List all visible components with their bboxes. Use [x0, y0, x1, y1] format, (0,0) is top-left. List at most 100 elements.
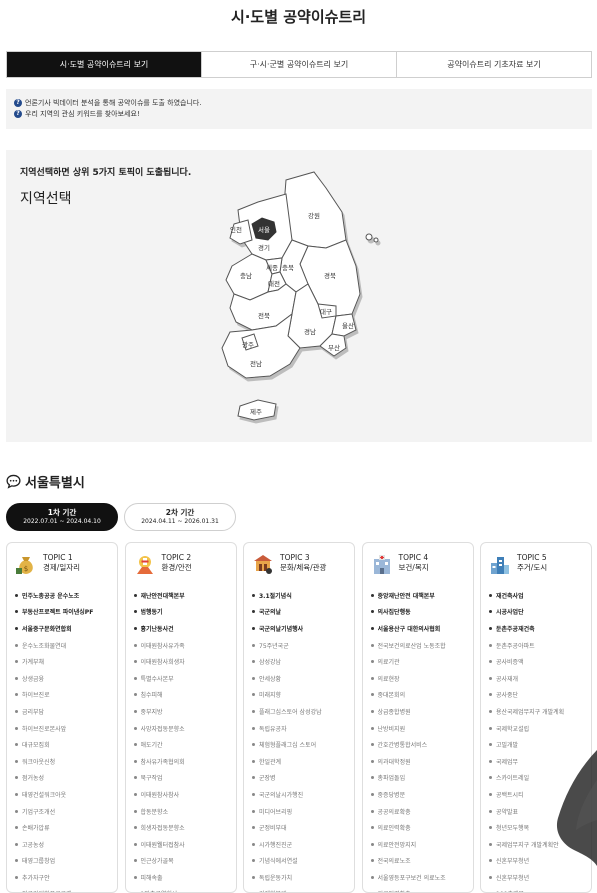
keyword-item[interactable]: 난방비지원: [370, 720, 465, 737]
keyword-item[interactable]: 국제학교설립: [489, 720, 583, 737]
keyword-item[interactable]: 점거농성: [15, 770, 109, 787]
tab-province-tree[interactable]: 시·도별 공약이슈트리 보기: [7, 52, 201, 77]
keyword-item[interactable]: 특별수사본부: [133, 670, 228, 687]
keyword-item[interactable]: 서울중구문화연합회: [15, 620, 109, 637]
period-1-button[interactable]: 1차 기간 2022.07.01 ~ 2024.04.10: [6, 503, 118, 531]
keyword-item[interactable]: 하이브진로: [15, 687, 109, 704]
keyword-item[interactable]: 재건축사업: [489, 587, 583, 604]
keyword-item[interactable]: 체험형플래그십 스토어: [252, 736, 346, 753]
keyword-item[interactable]: 시가행진진군: [252, 836, 346, 853]
keyword-item[interactable]: 대규모집회: [15, 736, 109, 753]
keyword-item[interactable]: 부동산프로젝트 파이낸싱PF: [15, 604, 109, 621]
keyword-item[interactable]: 독립유공자: [252, 720, 346, 737]
keyword-item[interactable]: 둔촌주공재건축: [489, 620, 583, 637]
keyword-item[interactable]: 민주노총공공 운수노조: [15, 587, 109, 604]
keyword-item[interactable]: 범행동기: [133, 604, 228, 621]
keyword-item[interactable]: 국군의날: [252, 604, 346, 621]
keyword-item[interactable]: 워크아웃신청: [15, 753, 109, 770]
keyword-item[interactable]: 한일관계: [252, 753, 346, 770]
keyword-item[interactable]: 100층랜뮤: [489, 886, 583, 892]
keyword-item[interactable]: 간호간병통합서비스: [370, 736, 465, 753]
keyword-item[interactable]: 금리부담: [15, 703, 109, 720]
keyword-item[interactable]: 시공사업단: [489, 604, 583, 621]
keyword-item[interactable]: 중대본회의: [370, 687, 465, 704]
money-bag-icon: $: [16, 557, 33, 574]
keyword-item[interactable]: 3.1절기념식: [252, 587, 346, 604]
keyword-item[interactable]: 신혼부부청년: [489, 869, 583, 886]
keyword-item[interactable]: 중부지방: [133, 703, 228, 720]
keyword-item[interactable]: 공사재개: [489, 670, 583, 687]
keyword-item[interactable]: 서울용산구 대한의사협회: [370, 620, 465, 637]
keyword-text: 태영건설워크아웃: [22, 791, 67, 799]
keyword-item[interactable]: 손배가압류: [15, 819, 109, 836]
keyword-item[interactable]: 중앙재난안전 대책본부: [370, 587, 465, 604]
keyword-item[interactable]: 태영건설워크아웃: [15, 786, 109, 803]
keyword-item[interactable]: 추가자구안: [15, 869, 109, 886]
period-2-button[interactable]: 2차 기간 2024.04.11 ~ 2026.01.31: [124, 503, 236, 531]
keyword-item[interactable]: 이태원참사유가족: [133, 637, 228, 654]
keyword-item[interactable]: 용산국제업무지구 개발계획: [489, 703, 583, 720]
keyword-text: 둔촌주공아파트: [496, 642, 535, 650]
keyword-text: 금리부담: [22, 708, 45, 716]
keyword-item[interactable]: 상급종합병원: [370, 703, 465, 720]
keyword-item[interactable]: 공사비증액: [489, 653, 583, 670]
keyword-item[interactable]: 플래그십스토어 삼성강남: [252, 703, 346, 720]
keyword-item[interactable]: 하이브진로본사앞: [15, 720, 109, 737]
keyword-item[interactable]: 가계부채: [15, 653, 109, 670]
keyword-item[interactable]: 중증당병문: [370, 786, 465, 803]
keyword-item[interactable]: 의료기관: [370, 653, 465, 670]
tab-district-tree[interactable]: 구·시·군별 공약이슈트리 보기: [201, 52, 396, 77]
keyword-item[interactable]: 인근상가골목: [133, 853, 228, 870]
keyword-item[interactable]: 의료인력확충: [370, 819, 465, 836]
keyword-item[interactable]: 75주년국군: [252, 637, 346, 654]
keyword-item[interactable]: 총파업돌입: [370, 770, 465, 787]
keyword-item[interactable]: 재난안전대책본부: [133, 587, 228, 604]
keyword-item[interactable]: 국군의날시가행진: [252, 786, 346, 803]
keyword-item[interactable]: 기계화부대: [252, 886, 346, 892]
keyword-item[interactable]: 둔촌주공아파트: [489, 637, 583, 654]
keyword-item[interactable]: 피해속출: [133, 869, 228, 886]
keyword-item[interactable]: 이태원참사참사: [133, 786, 228, 803]
keyword-item[interactable]: 전국보건의료산업 노동조합: [370, 637, 465, 654]
keyword-item[interactable]: 독립운동가치: [252, 869, 346, 886]
keyword-text: 기계화부대: [259, 889, 287, 892]
keyword-item[interactable]: 고공농성: [15, 836, 109, 853]
keyword-item[interactable]: 1만출구열험사: [134, 886, 228, 892]
keyword-item[interactable]: 미디어브리핑: [252, 803, 346, 820]
keyword-item[interactable]: 저금리대환프로그램: [15, 886, 109, 892]
keyword-item[interactable]: 군장병: [252, 770, 346, 787]
tab-basic-data[interactable]: 공약이슈트리 기초자료 보기: [396, 52, 591, 77]
keyword-item[interactable]: 태영그룹창업: [15, 853, 109, 870]
keyword-item[interactable]: 의료인력확충: [371, 886, 465, 892]
keyword-item[interactable]: 상생금융: [15, 670, 109, 687]
keyword-item[interactable]: 안세상황: [252, 670, 346, 687]
keyword-item[interactable]: 삼성강남: [252, 653, 346, 670]
keyword-item[interactable]: 미래지향: [252, 687, 346, 704]
map-region-gangwon[interactable]: [283, 171, 347, 249]
keyword-item[interactable]: 북구작업: [133, 770, 228, 787]
keyword-item[interactable]: 운수노조화물연대: [15, 637, 109, 654]
keyword-item[interactable]: 의료현장: [370, 670, 465, 687]
keyword-item[interactable]: 이태원웰터접참사: [133, 836, 228, 853]
keyword-item[interactable]: 이태원참사희생자: [133, 653, 228, 670]
keyword-item[interactable]: 애도기간: [133, 736, 228, 753]
keyword-item[interactable]: 합동분향소: [133, 803, 228, 820]
keyword-item[interactable]: 국군의날기념행사: [252, 620, 346, 637]
keyword-item[interactable]: 기업구조개선: [15, 803, 109, 820]
keyword-item[interactable]: 희생자접동분향소: [133, 819, 228, 836]
keyword-item[interactable]: 기념식에서연설: [252, 853, 346, 870]
keyword-item[interactable]: 전국의료노조: [370, 853, 465, 870]
keyword-item[interactable]: 공사중단: [489, 687, 583, 704]
keyword-item[interactable]: 침수피해: [133, 687, 228, 704]
keyword-item[interactable]: 서울영등포구보건 의료노조: [370, 869, 465, 886]
keyword-item[interactable]: 흉기난동사건: [133, 620, 228, 637]
keyword-item[interactable]: 참사유가족협의회: [133, 753, 228, 770]
bullet-dot-icon: [252, 743, 255, 747]
keyword-text: 점거농성: [22, 775, 45, 783]
keyword-item[interactable]: 사망자접동문향소: [133, 720, 228, 737]
keyword-item[interactable]: 의료안전망지지: [370, 836, 465, 853]
keyword-item[interactable]: 의과대학정원: [370, 753, 465, 770]
keyword-item[interactable]: 공공의료확충: [370, 803, 465, 820]
keyword-item[interactable]: 군정비부대: [252, 819, 346, 836]
keyword-item[interactable]: 의사집단행동: [370, 604, 465, 621]
